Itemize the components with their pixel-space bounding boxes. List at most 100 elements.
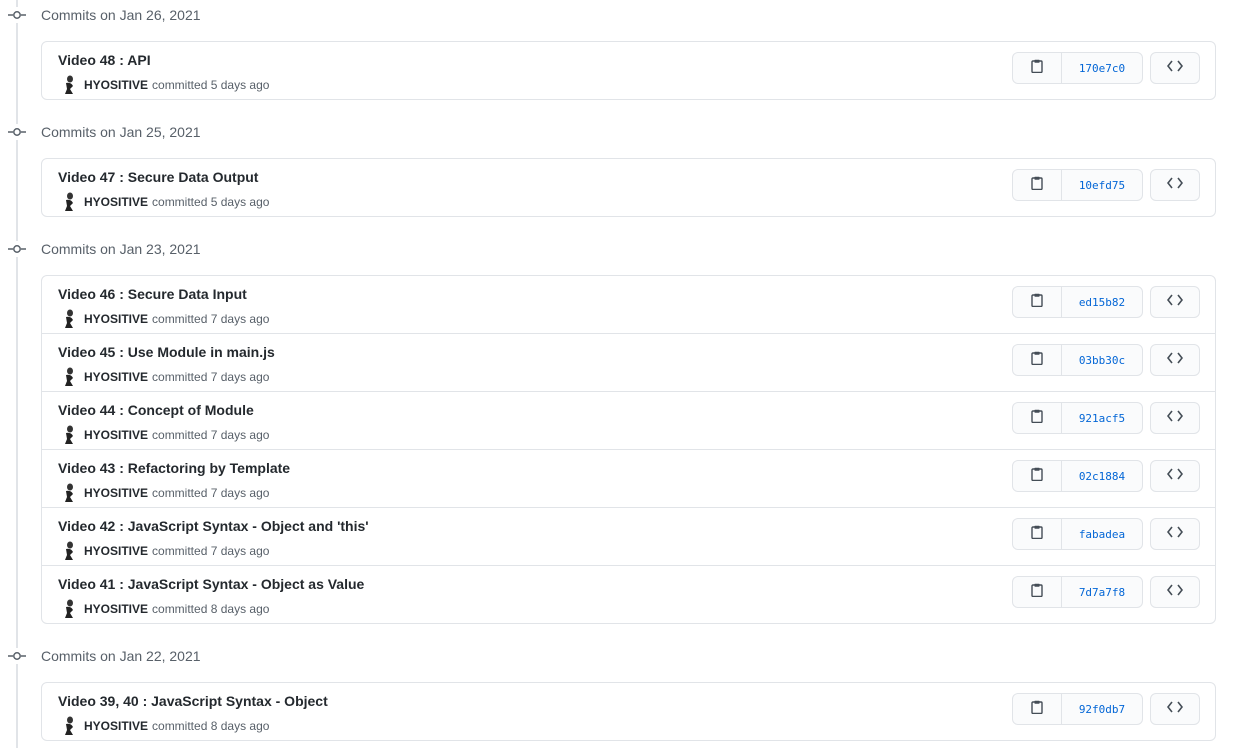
commit-row: Video 42 : JavaScript Syntax - Object an… [42,507,1215,565]
browse-repo-button[interactable] [1150,402,1200,434]
commit-action-text: committed [152,312,208,326]
commit-sha-link[interactable]: 10efd75 [1062,170,1142,200]
commit-time: 7 days ago [210,486,270,500]
clipboard-icon [1031,525,1043,544]
browse-repo-button[interactable] [1150,286,1200,318]
commit-list: Video 39, 40 : JavaScript Syntax - Objec… [41,682,1216,741]
commit-message-link[interactable]: Video 44 : Concept of Module [58,402,254,418]
commit-group-header: Commits on Jan 23, 2021 [0,234,1233,264]
commit-row: Video 41 : JavaScript Syntax - Object as… [42,565,1215,623]
commit-sha-link[interactable]: 921acf5 [1062,403,1142,433]
commit-time: 5 days ago [210,78,270,92]
commit-time: 7 days ago [210,544,270,558]
commit-author-link[interactable]: HYOSITIVE [84,195,148,209]
commit-time: 8 days ago [210,602,270,616]
commit-action-text: committed [152,602,208,616]
commit-message-link[interactable]: Video 42 : JavaScript Syntax - Object an… [58,518,369,534]
commit-action-text: committed [152,78,208,92]
commit-sha-link[interactable]: 92f0db7 [1062,694,1142,724]
commit-row: Video 43 : Refactoring by Template HYOSI… [42,449,1215,507]
commit-meta: HYOSITIVE committed 7 days ago [62,425,269,445]
commit-author-link[interactable]: HYOSITIVE [84,428,148,442]
commit-sha-group: 170e7c0 [1012,52,1143,84]
user-avatar[interactable] [62,425,76,445]
copy-sha-button[interactable] [1013,170,1062,200]
copy-sha-button[interactable] [1013,345,1062,375]
group-date-title: Commits on Jan 25, 2021 [41,124,201,140]
commit-row: Video 44 : Concept of Module HYOSITIVE c… [42,391,1215,449]
commit-meta: HYOSITIVE committed 5 days ago [62,192,269,212]
commit-author-link[interactable]: HYOSITIVE [84,312,148,326]
code-icon [1166,176,1184,194]
commit-group-header: Commits on Jan 26, 2021 [0,0,1233,30]
browse-repo-button[interactable] [1150,576,1200,608]
commit-message-link[interactable]: Video 48 : API [58,52,151,68]
user-avatar[interactable] [62,483,76,503]
commit-meta: HYOSITIVE committed 8 days ago [62,599,269,619]
commit-sha-link[interactable]: 170e7c0 [1062,53,1142,83]
code-icon [1166,467,1184,485]
commit-message-link[interactable]: Video 39, 40 : JavaScript Syntax - Objec… [58,693,328,709]
user-avatar[interactable] [62,367,76,387]
commit-sha-group: 03bb30c [1012,344,1143,376]
browse-repo-button[interactable] [1150,344,1200,376]
commit-action-text: committed [152,370,208,384]
commit-action-text: committed [152,486,208,500]
copy-sha-button[interactable] [1013,694,1062,724]
commit-time: 7 days ago [210,312,270,326]
browse-repo-button[interactable] [1150,52,1200,84]
commit-author-link[interactable]: HYOSITIVE [84,486,148,500]
group-date-title: Commits on Jan 26, 2021 [41,7,201,23]
user-avatar[interactable] [62,716,76,736]
commit-message-link[interactable]: Video 43 : Refactoring by Template [58,460,290,476]
commit-author-link[interactable]: HYOSITIVE [84,370,148,384]
user-avatar[interactable] [62,309,76,329]
commit-author-link[interactable]: HYOSITIVE [84,544,148,558]
copy-sha-button[interactable] [1013,461,1062,491]
commit-message-link[interactable]: Video 46 : Secure Data Input [58,286,247,302]
clipboard-icon [1031,700,1043,719]
commit-author-link[interactable]: HYOSITIVE [84,602,148,616]
copy-sha-button[interactable] [1013,53,1062,83]
commit-message-link[interactable]: Video 41 : JavaScript Syntax - Object as… [58,576,364,592]
git-commit-icon [8,124,26,140]
code-icon [1166,409,1184,427]
commit-sha-link[interactable]: ed15b82 [1062,287,1142,317]
commit-action-text: committed [152,428,208,442]
code-icon [1166,700,1184,718]
commit-meta: HYOSITIVE committed 7 days ago [62,309,269,329]
commit-meta: HYOSITIVE committed 5 days ago [62,75,269,95]
copy-sha-button[interactable] [1013,403,1062,433]
code-icon [1166,293,1184,311]
commit-message-link[interactable]: Video 45 : Use Module in main.js [58,344,275,360]
commit-time: 8 days ago [210,719,270,733]
user-avatar[interactable] [62,599,76,619]
user-avatar[interactable] [62,541,76,561]
commit-sha-group: 7d7a7f8 [1012,576,1143,608]
copy-sha-button[interactable] [1013,577,1062,607]
commit-list: Video 46 : Secure Data Input HYOSITIVE c… [41,275,1216,624]
copy-sha-button[interactable] [1013,519,1062,549]
commit-sha-group: 92f0db7 [1012,693,1143,725]
commit-sha-link[interactable]: 02c1884 [1062,461,1142,491]
user-avatar[interactable] [62,192,76,212]
code-icon [1166,525,1184,543]
commit-author-link[interactable]: HYOSITIVE [84,719,148,733]
browse-repo-button[interactable] [1150,169,1200,201]
commit-sha-link[interactable]: 7d7a7f8 [1062,577,1142,607]
commit-time: 5 days ago [210,195,270,209]
commit-sha-link[interactable]: fabadea [1062,519,1142,549]
copy-sha-button[interactable] [1013,287,1062,317]
group-date-title: Commits on Jan 22, 2021 [41,648,201,664]
commit-sha-link[interactable]: 03bb30c [1062,345,1142,375]
commit-author-link[interactable]: HYOSITIVE [84,78,148,92]
commit-message-link[interactable]: Video 47 : Secure Data Output [58,169,258,185]
commit-sha-group: 921acf5 [1012,402,1143,434]
browse-repo-button[interactable] [1150,693,1200,725]
commit-meta: HYOSITIVE committed 7 days ago [62,541,269,561]
browse-repo-button[interactable] [1150,460,1200,492]
browse-repo-button[interactable] [1150,518,1200,550]
user-avatar[interactable] [62,75,76,95]
timeline-line [16,0,18,748]
clipboard-icon [1031,409,1043,428]
